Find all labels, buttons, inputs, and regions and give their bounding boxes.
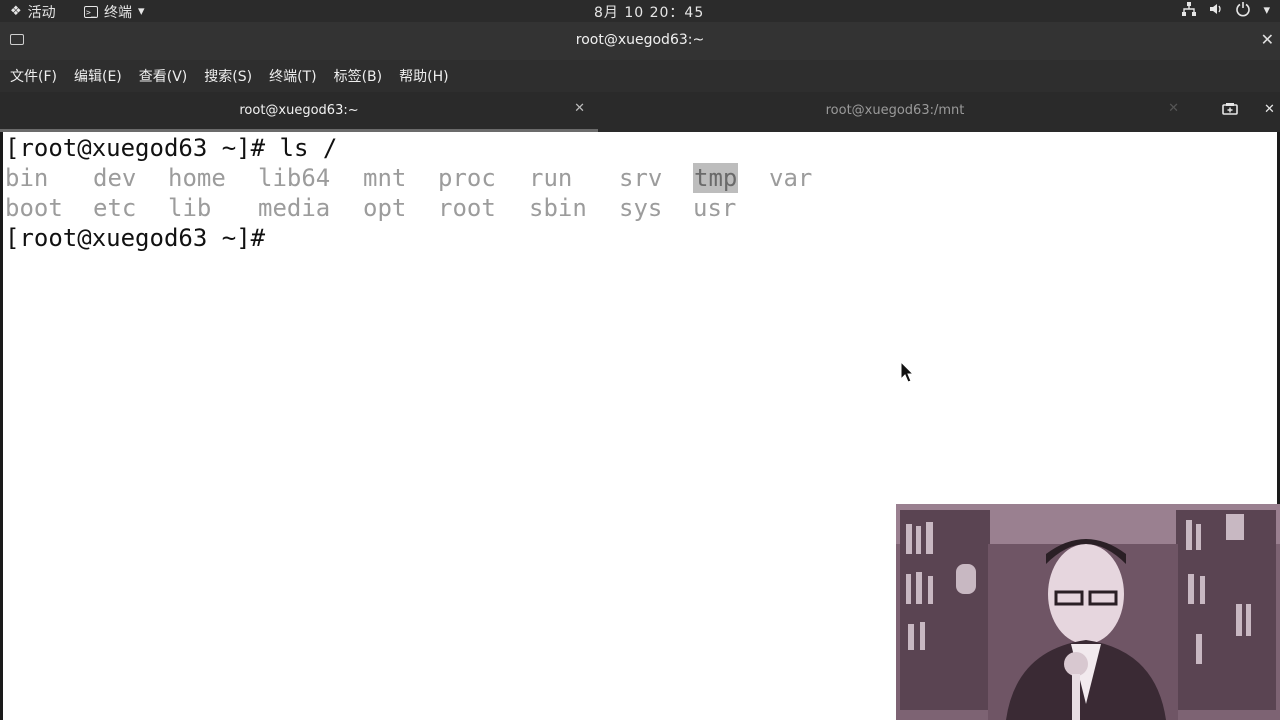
terminal-line-command: [root@xuegod63 ~]# ls / [5, 134, 338, 162]
menu-help[interactable]: 帮助(H) [399, 66, 448, 86]
dir-entry: etc [93, 194, 137, 222]
activities-icon: ❖ [10, 4, 22, 19]
dir-entry: home [168, 164, 226, 192]
new-tab-icon [1222, 103, 1238, 115]
dir-entry: dev [93, 164, 137, 192]
activities-button[interactable]: ❖ 活动 [10, 2, 56, 22]
webcam-overlay [896, 504, 1280, 720]
dir-entry: sbin [529, 194, 587, 222]
menu-bar: 文件(F) 编辑(E) 查看(V) 搜索(S) 终端(T) 标签(B) 帮助(H… [0, 60, 1280, 92]
power-icon[interactable] [1235, 1, 1251, 21]
dir-entry: root [438, 194, 496, 222]
app-menu-label: 终端 [104, 5, 132, 21]
menu-tabs[interactable]: 标签(B) [334, 66, 383, 86]
window-title: root@xuegod63:~ [575, 32, 705, 48]
tabs-menu-icon[interactable]: ✕ [1264, 102, 1275, 117]
presenter-video-image [896, 504, 1280, 720]
close-tab-icon[interactable]: ✕ [1168, 101, 1179, 116]
tab-label: root@xuegod63:/mnt [825, 103, 965, 118]
dir-entry: bin [5, 164, 49, 192]
close-window-icon[interactable]: ✕ [1261, 30, 1274, 49]
dir-entry: var [769, 164, 813, 192]
dir-entry: lib [168, 194, 212, 222]
menu-file[interactable]: 文件(F) [10, 66, 57, 86]
gnome-top-bar: ❖ 活动 >_ 终端 ▾ 8月 10 20：45 ▾ [0, 0, 1280, 22]
tab-home[interactable]: root@xuegod63:~ ✕ [0, 92, 598, 132]
dir-entry: media [258, 194, 331, 222]
window-title-bar[interactable]: root@xuegod63:~ ✕ [0, 22, 1280, 60]
dir-entry-highlighted: tmp [693, 163, 739, 193]
terminal-line-prompt: [root@xuegod63 ~]# [5, 224, 266, 252]
chevron-down-icon: ▾ [1263, 3, 1270, 18]
system-tray[interactable]: ▾ [1181, 1, 1270, 21]
dir-entry: opt [363, 194, 407, 222]
dir-entry: proc [438, 164, 496, 192]
app-menu-button[interactable]: >_ 终端 ▾ [84, 2, 145, 22]
dir-entry: run [529, 164, 573, 192]
menu-view[interactable]: 查看(V) [139, 66, 188, 86]
dir-entry: lib64 [258, 164, 331, 192]
dir-entry: sys [619, 194, 663, 222]
tab-bar: root@xuegod63:~ ✕ root@xuegod63:/mnt ✕ ✕ [0, 92, 1280, 132]
menu-terminal[interactable]: 终端(T) [269, 66, 316, 86]
terminal-icon: >_ [84, 6, 98, 18]
activities-label: 活动 [27, 5, 56, 21]
close-tab-icon[interactable]: ✕ [574, 101, 585, 116]
volume-icon[interactable] [1209, 2, 1223, 20]
menu-edit[interactable]: 编辑(E) [74, 66, 122, 86]
chevron-down-icon: ▾ [138, 4, 145, 19]
clock[interactable]: 8月 10 20：45 [594, 2, 704, 22]
dir-entry: srv [619, 164, 663, 192]
network-icon[interactable] [1181, 1, 1197, 21]
menu-search[interactable]: 搜索(S) [204, 66, 252, 86]
mouse-pointer-icon [900, 360, 915, 387]
tab-label: root@xuegod63:~ [239, 103, 359, 118]
dir-entry: mnt [363, 164, 407, 192]
dir-entry: usr [693, 194, 737, 222]
dir-entry: boot [5, 194, 63, 222]
tab-mnt[interactable]: root@xuegod63:/mnt ✕ [598, 92, 1192, 132]
new-tab-button[interactable] [1216, 102, 1244, 122]
